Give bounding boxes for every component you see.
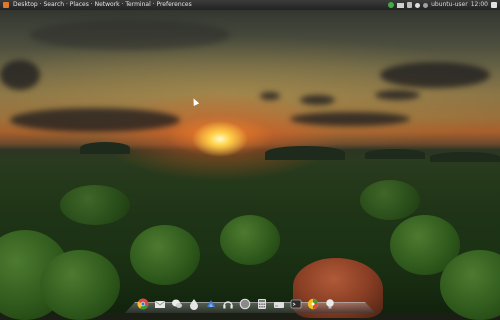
monitor-icon[interactable]: [307, 298, 319, 310]
panel-left: Desktop · Search · Places · Network · Te…: [0, 0, 353, 10]
calculator-icon[interactable]: [256, 298, 268, 310]
bulb-icon[interactable]: [324, 298, 336, 310]
cloud: [260, 92, 280, 100]
battery-icon[interactable]: [407, 2, 413, 8]
hill: [430, 152, 500, 162]
hill: [365, 149, 425, 159]
dock: [125, 287, 375, 313]
cloud: [10, 108, 180, 132]
user-name[interactable]: ubuntu-user: [431, 0, 468, 10]
cloud: [0, 60, 40, 90]
tree: [60, 185, 130, 225]
hill: [80, 142, 130, 154]
cloud: [375, 90, 420, 100]
mail-icon[interactable]: [154, 298, 166, 310]
dock-items: [137, 298, 336, 310]
tree: [220, 215, 280, 265]
droplet-icon[interactable]: [188, 298, 200, 310]
mouse-cursor-icon: [190, 97, 200, 106]
tree: [40, 250, 120, 320]
cloud: [380, 62, 490, 88]
tree: [130, 225, 200, 285]
terminal-icon[interactable]: [290, 298, 302, 310]
tree: [360, 180, 420, 220]
headphones-icon[interactable]: [222, 298, 234, 310]
ubuntu-logo-icon[interactable]: [3, 2, 9, 8]
chat-icon[interactable]: [171, 298, 183, 310]
window-title: Desktop · Search · Places · Network · Te…: [13, 1, 192, 8]
cloud: [300, 95, 335, 105]
top-panel: Desktop · Search · Places · Network · Te…: [0, 0, 500, 10]
safari-icon[interactable]: [239, 298, 251, 310]
music-icon[interactable]: [205, 298, 217, 310]
cloud: [30, 20, 230, 50]
power-icon[interactable]: [491, 2, 497, 8]
volume-icon[interactable]: [415, 2, 421, 8]
update-indicator-icon[interactable]: [388, 2, 395, 8]
drive-icon[interactable]: [273, 298, 285, 310]
hill: [265, 146, 345, 160]
system-tray: ubuntu-user 12:00: [388, 0, 500, 10]
network-icon[interactable]: [397, 2, 405, 8]
clock[interactable]: 12:00: [471, 0, 488, 10]
mail-indicator-icon[interactable]: [423, 2, 429, 8]
chrome-icon[interactable]: [137, 298, 149, 310]
cloud: [290, 112, 410, 126]
desktop-wallpaper: [0, 0, 500, 320]
